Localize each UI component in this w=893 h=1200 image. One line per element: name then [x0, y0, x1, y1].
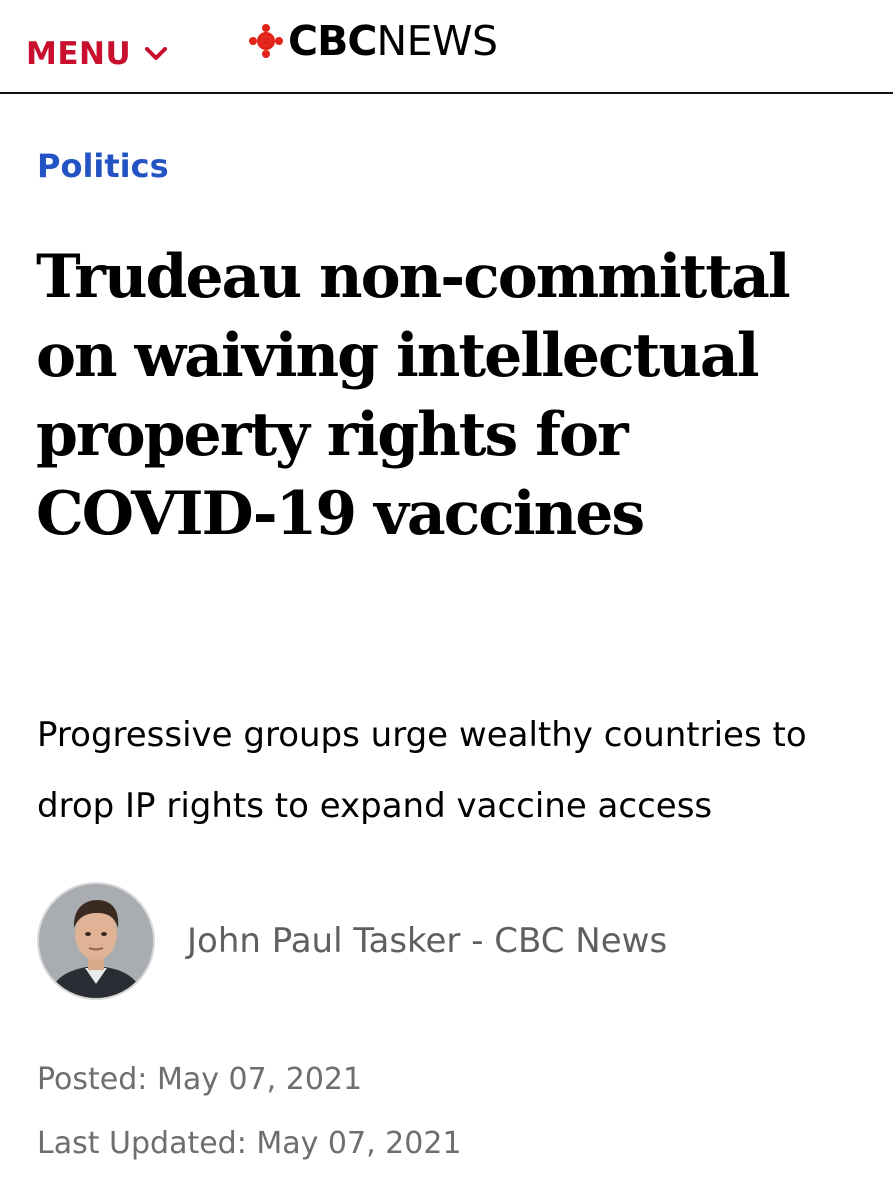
posted-date-line: Posted: May 07, 2021 [37, 1048, 462, 1112]
site-header: MENU CBC NEWS [0, 0, 893, 94]
article-dates: Posted: May 07, 2021 Last Updated: May 0… [37, 1048, 462, 1176]
author-name[interactable]: John Paul Tasker - CBC News [187, 919, 667, 963]
cbc-news-logo[interactable]: CBC NEWS [248, 16, 498, 66]
article-deck: Progressive groups urge wealthy countrie… [37, 715, 807, 826]
logo-section-text: NEWS [376, 17, 498, 65]
posted-date: May 07, 2021 [156, 1062, 363, 1097]
logo-brand-text: CBC [288, 17, 377, 65]
article-headline: Trudeau non-committal on waiving intelle… [36, 242, 791, 549]
menu-label: MENU [26, 36, 132, 72]
cbc-gem-icon [249, 24, 283, 58]
updated-label: Last Updated: [37, 1126, 247, 1161]
updated-date: May 07, 2021 [256, 1126, 462, 1161]
byline: John Paul Tasker - CBC News [37, 882, 667, 1000]
author-portrait-icon [39, 884, 153, 998]
category-link[interactable]: Politics [37, 145, 169, 187]
updated-date-line: Last Updated: May 07, 2021 [37, 1112, 462, 1176]
author-avatar[interactable] [37, 882, 155, 1000]
menu-button[interactable]: MENU [26, 34, 168, 74]
chevron-down-icon [145, 47, 168, 60]
posted-label: Posted: [37, 1062, 148, 1097]
